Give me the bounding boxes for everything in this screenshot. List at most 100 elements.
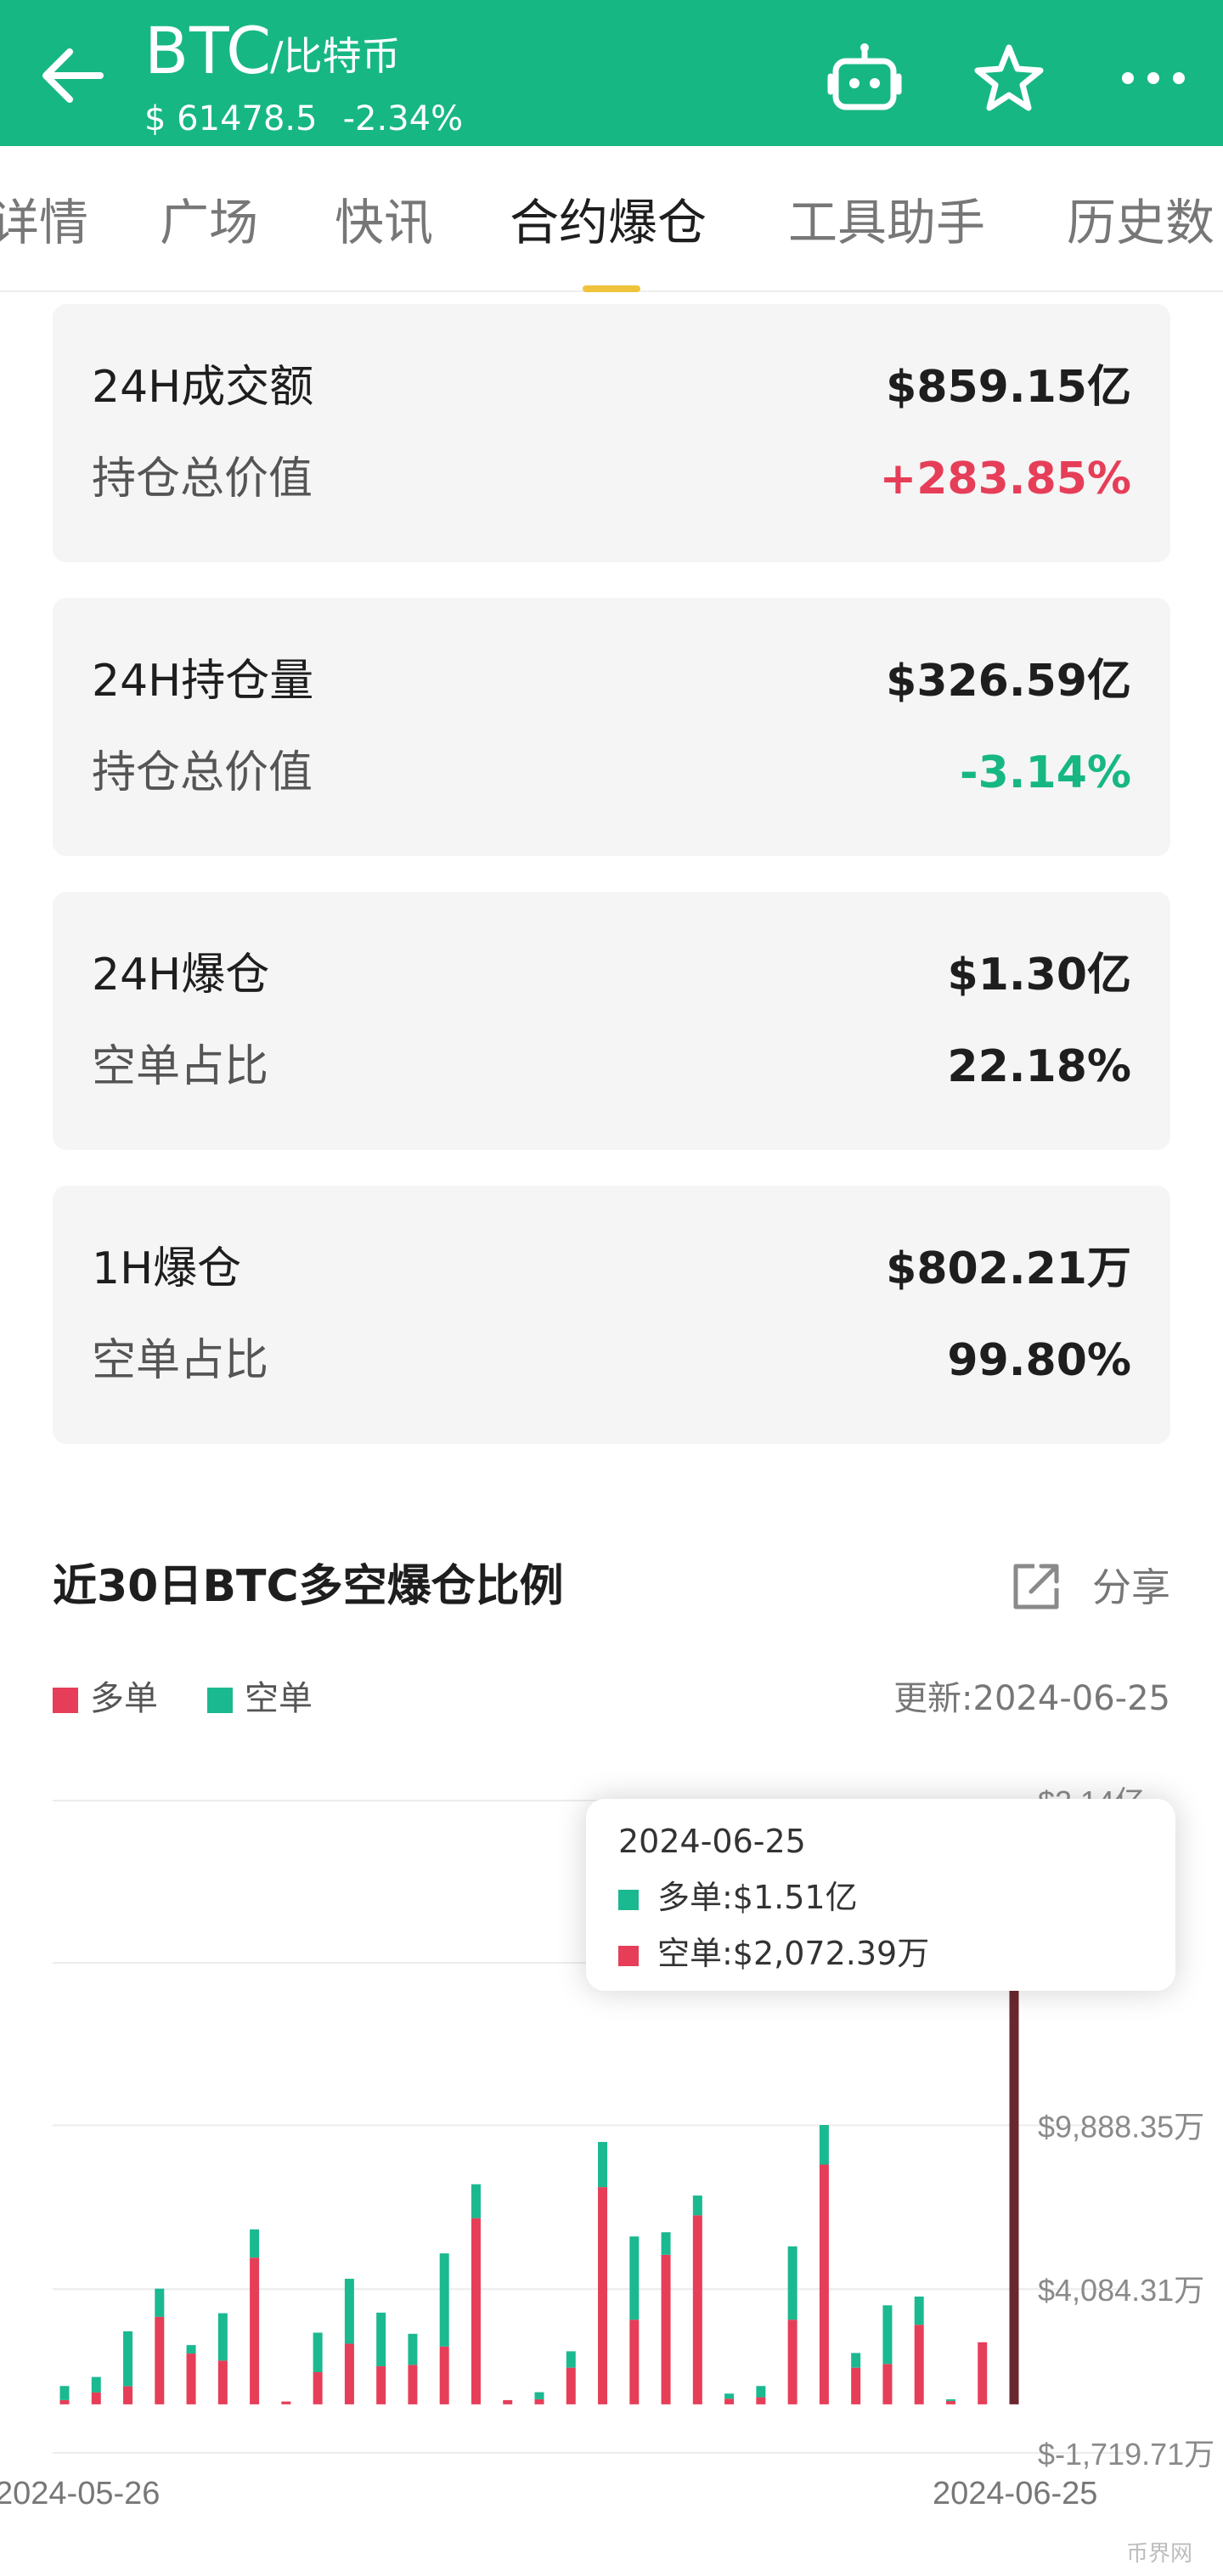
bar-long[interactable] bbox=[661, 2254, 671, 2404]
bar-long[interactable] bbox=[59, 2399, 70, 2404]
bar-long[interactable] bbox=[914, 2325, 924, 2404]
bar-short[interactable] bbox=[661, 2232, 671, 2255]
bar-short[interactable] bbox=[692, 2196, 702, 2216]
bar-short[interactable] bbox=[155, 2288, 165, 2317]
bar-long[interactable] bbox=[1009, 1978, 1019, 2404]
bar-short[interactable] bbox=[376, 2312, 386, 2367]
tooltip-date: 2024-06-25 bbox=[618, 1823, 806, 1860]
bar-short[interactable] bbox=[882, 2305, 893, 2365]
legend-short-swatch bbox=[207, 1688, 233, 1713]
bar-long[interactable] bbox=[313, 2372, 323, 2404]
share-button[interactable]: 分享 bbox=[1092, 1558, 1170, 1617]
x-axis-end-label: 2024-06-25 bbox=[933, 2476, 1097, 2511]
bar-long[interactable] bbox=[344, 2343, 354, 2404]
y-tick-label: $9,888.35万 bbox=[1038, 2109, 1204, 2144]
bar-short[interactable] bbox=[59, 2386, 70, 2400]
bar-long[interactable] bbox=[851, 2367, 861, 2404]
watermark: 币界网 bbox=[1126, 2541, 1193, 2567]
current-price: $ 61478.5 bbox=[144, 99, 318, 138]
bar-long[interactable] bbox=[724, 2398, 735, 2404]
bar-short[interactable] bbox=[566, 2351, 576, 2368]
card-value: $1.30亿 bbox=[947, 950, 1131, 1001]
price-row: $ 61478.5 -2.34% bbox=[144, 95, 488, 143]
tooltip-long-value: 多单:$1.51亿 bbox=[657, 1879, 858, 1916]
bar-long[interactable] bbox=[250, 2258, 260, 2404]
bar-long[interactable] bbox=[503, 2399, 513, 2404]
bar-long[interactable] bbox=[629, 2320, 640, 2404]
card-ratio: 22.18% bbox=[947, 1041, 1131, 1092]
bar-short[interactable] bbox=[629, 2236, 640, 2320]
bar-short[interactable] bbox=[598, 2141, 608, 2188]
card-label: 1H爆仓 bbox=[92, 1243, 242, 1294]
bar-short[interactable] bbox=[851, 2353, 861, 2368]
tab-history[interactable]: 历史数 bbox=[1067, 190, 1215, 255]
more-icon[interactable] bbox=[1113, 37, 1194, 119]
card-ratio: 99.80% bbox=[947, 1335, 1131, 1386]
tab-tools[interactable]: 工具助手 bbox=[788, 190, 985, 255]
coin-symbol: BTC bbox=[144, 13, 273, 88]
bar-long[interactable] bbox=[186, 2353, 196, 2404]
bar-long[interactable] bbox=[217, 2360, 228, 2404]
bar-long[interactable] bbox=[281, 2401, 291, 2404]
bar-short[interactable] bbox=[756, 2386, 766, 2398]
legend-long: 多单 bbox=[53, 1673, 158, 1724]
bar-long[interactable] bbox=[439, 2346, 449, 2404]
tab-news[interactable]: 快讯 bbox=[335, 190, 433, 255]
bar-short[interactable] bbox=[471, 2184, 481, 2218]
robot-icon[interactable] bbox=[824, 37, 905, 119]
share-icon[interactable] bbox=[1009, 1559, 1063, 1614]
bar-long[interactable] bbox=[882, 2364, 893, 2404]
bar-long[interactable] bbox=[566, 2367, 576, 2404]
bar-short[interactable] bbox=[123, 2331, 133, 2387]
bar-long[interactable] bbox=[376, 2366, 386, 2404]
bar-long[interactable] bbox=[408, 2365, 418, 2404]
legend-short-label: 空单 bbox=[245, 1679, 313, 1718]
stat-card-24h-volume: 24H成交额 $859.15亿 持仓总价值 +283.85% bbox=[53, 304, 1170, 562]
tab-details[interactable]: 详情 bbox=[0, 190, 88, 255]
bar-long[interactable] bbox=[756, 2397, 766, 2404]
bar-long[interactable] bbox=[787, 2320, 797, 2404]
bar-long[interactable] bbox=[534, 2398, 544, 2404]
bar-long[interactable] bbox=[598, 2187, 608, 2404]
bar-short[interactable] bbox=[91, 2376, 101, 2393]
bar-short[interactable] bbox=[186, 2345, 196, 2354]
legend-long-label: 多单 bbox=[90, 1679, 158, 1718]
bar-long[interactable] bbox=[978, 2342, 988, 2404]
bar-short[interactable] bbox=[945, 2398, 955, 2401]
star-icon[interactable] bbox=[968, 37, 1050, 119]
bar-short[interactable] bbox=[408, 2333, 418, 2365]
bar-long[interactable] bbox=[819, 2164, 829, 2404]
bar-short[interactable] bbox=[787, 2246, 797, 2320]
bar-short[interactable] bbox=[313, 2332, 323, 2373]
tab-liquidations[interactable]: 合约爆仓 bbox=[510, 190, 707, 255]
tab-square[interactable]: 广场 bbox=[160, 190, 258, 255]
bar-short[interactable] bbox=[724, 2393, 735, 2399]
bar-short[interactable] bbox=[819, 2125, 829, 2165]
bar-short[interactable] bbox=[534, 2392, 544, 2399]
bar-short[interactable] bbox=[439, 2253, 449, 2347]
bar-long[interactable] bbox=[91, 2392, 101, 2404]
bar-long[interactable] bbox=[471, 2218, 481, 2404]
bar-long[interactable] bbox=[155, 2316, 165, 2404]
bar-long[interactable] bbox=[945, 2400, 955, 2404]
stat-card-24h-liquidation: 24H爆仓 $1.30亿 空单占比 22.18% bbox=[53, 892, 1170, 1150]
y-tick-label: $4,084.31万 bbox=[1038, 2273, 1204, 2308]
tooltip-swatch bbox=[618, 1890, 639, 1910]
legend-short: 空单 bbox=[207, 1673, 313, 1724]
card-change: +283.85% bbox=[879, 454, 1131, 504]
card-label: 24H成交额 bbox=[92, 362, 314, 413]
stat-card-1h-liquidation: 1H爆仓 $802.21万 空单占比 99.80% bbox=[53, 1186, 1170, 1444]
updated-time: 更新:2024-06-25 bbox=[893, 1679, 1170, 1718]
bar-long[interactable] bbox=[692, 2215, 702, 2404]
coin-chinese-name: /比特币 bbox=[270, 33, 401, 79]
card-value: $859.15亿 bbox=[886, 362, 1131, 413]
legend-long-swatch bbox=[53, 1688, 78, 1713]
tooltip-row-long: 多单:$1.51亿 bbox=[618, 1874, 858, 1921]
tooltip-swatch bbox=[618, 1946, 639, 1966]
bar-short[interactable] bbox=[250, 2229, 260, 2258]
bar-long[interactable] bbox=[123, 2386, 133, 2404]
back-arrow-icon[interactable] bbox=[34, 37, 110, 114]
bar-short[interactable] bbox=[914, 2296, 924, 2325]
bar-short[interactable] bbox=[217, 2313, 228, 2361]
bar-short[interactable] bbox=[344, 2279, 354, 2344]
